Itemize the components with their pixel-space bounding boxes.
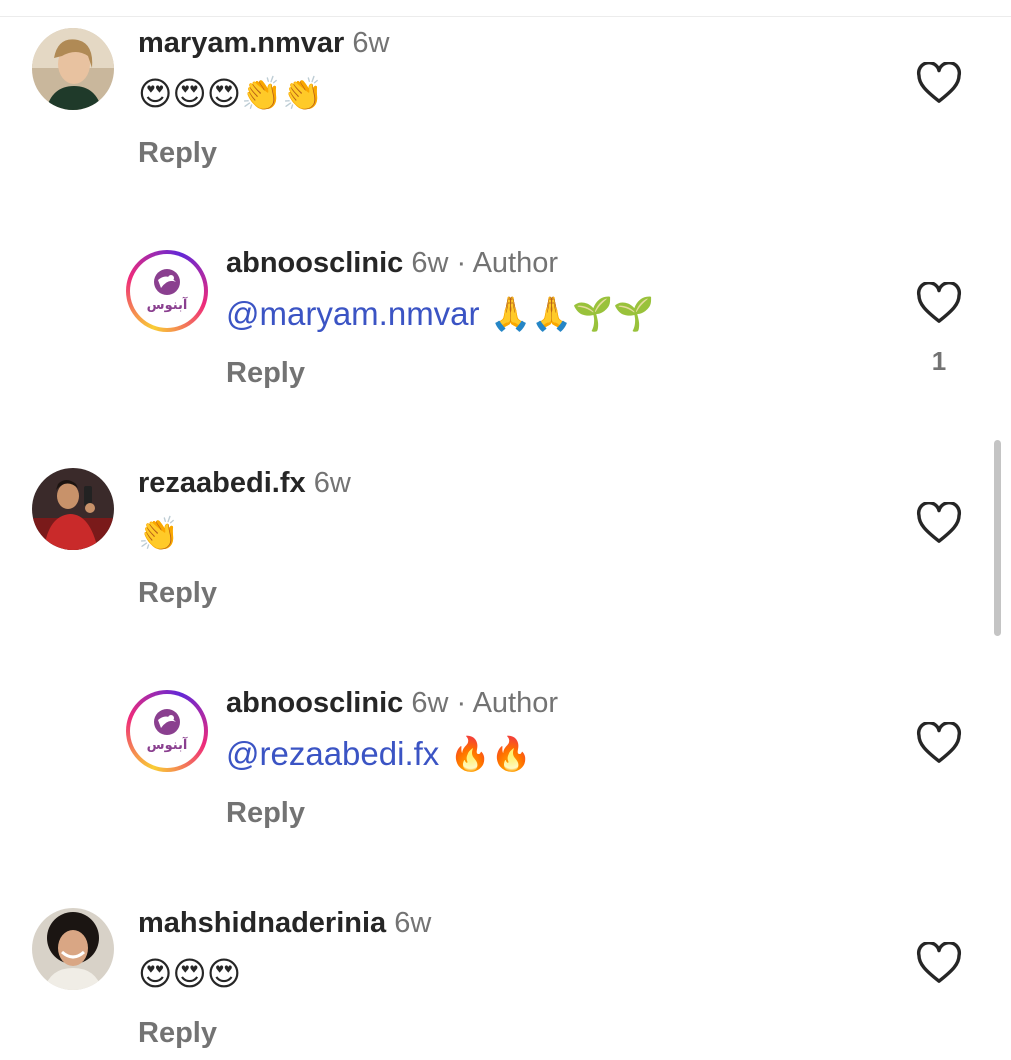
timestamp: 6w xyxy=(394,907,432,939)
username[interactable]: abnoosclinic xyxy=(226,687,403,719)
username[interactable]: abnoosclinic xyxy=(226,247,403,279)
timestamp: 6w xyxy=(313,467,351,499)
comment-text: 👏 xyxy=(138,514,179,554)
mention-link[interactable]: @rezaabedi.fx xyxy=(226,735,439,772)
mention-link[interactable]: @maryam.nmvar xyxy=(226,295,480,332)
comment-text: 😍😍😍👏👏 xyxy=(138,74,323,114)
logo-text: آبنوس xyxy=(146,298,188,313)
emoji-text: 🙏🙏🌱🌱 xyxy=(479,294,655,333)
like-button[interactable] xyxy=(916,61,962,104)
timestamp: 6w xyxy=(411,247,449,279)
top-divider xyxy=(0,16,1011,17)
comment-item: maryam.nmvar 6w 😍😍😍👏👏 Reply xyxy=(0,20,1011,180)
reply-button[interactable]: Reply xyxy=(138,576,217,610)
author-badge: · Author xyxy=(456,687,559,719)
timestamp: 6w xyxy=(411,687,449,719)
emoji-text: 😍😍😍👏👏 xyxy=(138,74,324,113)
username[interactable]: maryam.nmvar xyxy=(138,27,344,59)
emoji-text: 😍😍😍 xyxy=(138,954,242,993)
profile-photo-icon xyxy=(32,28,114,110)
comment-header: mahshidnaderinia 6w xyxy=(138,906,431,940)
heart-icon xyxy=(916,941,962,983)
profile-photo-icon xyxy=(32,908,114,990)
avatar[interactable] xyxy=(32,908,114,990)
avatar[interactable]: آبنوس xyxy=(126,250,208,332)
abnoos-clinic-logo-icon xyxy=(134,698,200,764)
comment-item: rezaabedi.fx 6w 👏 Reply xyxy=(0,460,1011,620)
abnoos-clinic-logo-icon xyxy=(134,258,200,324)
comment-header: abnoosclinic 6w · Author xyxy=(226,686,558,720)
profile-photo-icon xyxy=(32,468,114,550)
reply-button[interactable]: Reply xyxy=(138,1016,217,1050)
timestamp: 6w xyxy=(352,27,390,59)
username[interactable]: rezaabedi.fx xyxy=(138,467,306,499)
scrollbar[interactable] xyxy=(994,440,1001,636)
comment-item: mahshidnaderinia 6w 😍😍😍 Reply xyxy=(0,900,1011,1060)
comment-text: @rezaabedi.fx 🔥🔥 xyxy=(226,734,532,774)
like-button[interactable] xyxy=(916,281,962,324)
avatar[interactable]: آبنوس xyxy=(126,690,208,772)
username[interactable]: mahshidnaderinia xyxy=(138,907,386,939)
heart-icon xyxy=(916,281,962,323)
reply-item: آبنوس abnoosclinic 6w · Author @rezaabed… xyxy=(0,680,1011,840)
heart-icon xyxy=(916,721,962,763)
like-count: 1 xyxy=(931,346,947,376)
reply-button[interactable]: Reply xyxy=(138,136,217,170)
like-button[interactable] xyxy=(916,501,962,544)
like-button[interactable] xyxy=(916,941,962,984)
reply-item: آبنوس abnoosclinic 6w · Author @maryam.n… xyxy=(0,240,1011,400)
author-badge: · Author xyxy=(456,247,559,279)
comment-header: abnoosclinic 6w · Author xyxy=(226,246,558,280)
comment-text: 😍😍😍 xyxy=(138,954,241,994)
avatar[interactable] xyxy=(32,28,114,110)
logo-text: آبنوس xyxy=(146,738,188,753)
emoji-text: 🔥🔥 xyxy=(439,734,532,773)
comment-header: rezaabedi.fx 6w xyxy=(138,466,351,500)
reply-button[interactable]: Reply xyxy=(226,356,305,390)
like-button[interactable] xyxy=(916,721,962,764)
emoji-text: 👏 xyxy=(138,514,180,553)
comment-text: @maryam.nmvar 🙏🙏🌱🌱 xyxy=(226,294,654,334)
heart-icon xyxy=(916,61,962,103)
comment-header: maryam.nmvar 6w xyxy=(138,26,389,60)
reply-button[interactable]: Reply xyxy=(226,796,305,830)
heart-icon xyxy=(916,501,962,543)
avatar[interactable] xyxy=(32,468,114,550)
